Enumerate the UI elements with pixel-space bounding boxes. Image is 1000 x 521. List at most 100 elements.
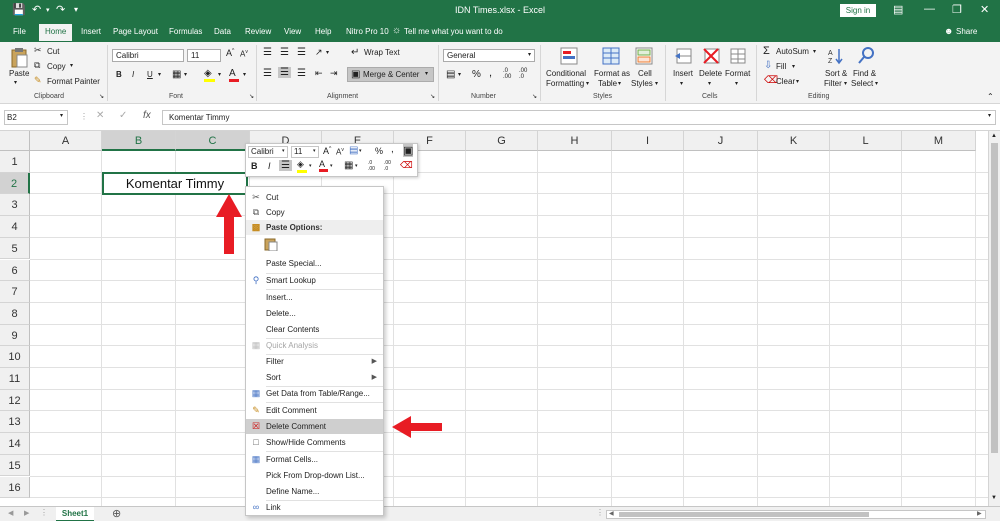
decrease-decimal-icon[interactable]: .00.0 — [519, 68, 527, 80]
mini-font-color-icon[interactable]: A — [319, 159, 328, 172]
menu-item-delete[interactable]: Delete... — [246, 306, 383, 321]
column-header-g[interactable]: G — [466, 131, 538, 151]
sheet-tab-sheet1[interactable]: Sheet1 — [56, 507, 94, 521]
mini-fill-color-dropdown-icon[interactable]: ▾ — [309, 163, 312, 169]
spreadsheet-grid[interactable]: ABCDEFGHIJKLM 1 2 3 4 5 6 7 8 9 10 11 12 13 14 15 16 Ko… — [0, 131, 988, 506]
row-header-15[interactable]: 15 — [0, 454, 30, 477]
vertical-scroll-thumb[interactable] — [991, 143, 998, 453]
menu-item-filter[interactable]: Filter ▶ — [246, 354, 383, 369]
font-color-icon[interactable]: A — [229, 68, 239, 82]
borders-icon[interactable]: ▦ — [172, 69, 181, 80]
conditional-formatting-label-1[interactable]: Conditional — [546, 69, 586, 78]
cancel-icon[interactable]: ✕ — [96, 110, 104, 121]
mini-font-dropdown-icon[interactable]: ▾ — [282, 148, 285, 154]
mini-decrease-decimal-icon[interactable]: .00.0 — [384, 160, 391, 172]
menu-item-clear-contents[interactable]: Clear Contents — [246, 322, 383, 337]
column-header-l[interactable]: L — [830, 131, 902, 151]
merge-center-control[interactable]: ▣ Merge & Center ▾ — [347, 67, 434, 82]
share-button[interactable]: Share — [956, 27, 977, 36]
menu-item-get-data[interactable]: ▦ Get Data from Table/Range... — [246, 386, 383, 401]
delete-cells-button[interactable]: Delete — [699, 69, 722, 78]
autosum-icon[interactable]: Σ — [763, 45, 770, 57]
tab-help[interactable]: Help — [315, 27, 331, 36]
tab-formulas[interactable]: Formulas — [169, 27, 202, 36]
minimize-icon[interactable]: — — [924, 3, 935, 15]
next-sheet-icon[interactable]: ▶ — [24, 509, 29, 517]
underline-button[interactable]: U — [147, 70, 153, 79]
row-header-8[interactable]: 8 — [0, 302, 30, 325]
name-box-dropdown-icon[interactable]: ▾ — [60, 112, 63, 119]
row-header-1[interactable]: 1 — [0, 151, 30, 173]
tab-data[interactable]: Data — [214, 27, 231, 36]
prev-sheet-icon[interactable]: ◀ — [8, 509, 13, 517]
row-header-13[interactable]: 13 — [0, 411, 30, 434]
cell-styles-icon[interactable] — [635, 47, 655, 67]
mini-increase-decimal-icon[interactable]: .0.00 — [368, 160, 375, 172]
mini-accounting-icon[interactable]: ▤ — [349, 145, 358, 156]
row-header-4[interactable]: 4 — [0, 216, 30, 238]
fill-icon[interactable]: ⇩ — [764, 60, 772, 71]
row-header-16[interactable]: 16 — [0, 476, 30, 499]
tell-me-search[interactable]: Tell me what you want to do — [404, 27, 503, 36]
row-header-5[interactable]: 5 — [0, 237, 30, 260]
conditional-formatting-icon[interactable] — [560, 47, 580, 67]
cell-styles-label-2[interactable]: Styles — [631, 79, 653, 88]
copy-icon[interactable]: ⧉ — [34, 60, 40, 71]
delete-cells-icon[interactable] — [702, 47, 722, 67]
find-select-dropdown-icon[interactable]: ▾ — [875, 80, 878, 87]
column-header-i[interactable]: I — [612, 131, 684, 151]
orientation-dropdown-icon[interactable]: ▾ — [326, 49, 329, 56]
enter-icon[interactable]: ✓ — [119, 110, 127, 121]
find-select-icon[interactable] — [857, 46, 877, 66]
sort-filter-dropdown-icon[interactable]: ▾ — [844, 80, 847, 87]
paste-button[interactable]: Paste — [9, 69, 29, 78]
bold-button[interactable]: B — [116, 70, 122, 79]
column-header-h[interactable]: H — [538, 131, 612, 151]
conditional-formatting-label-2[interactable]: Formatting — [546, 79, 584, 88]
menu-item-insert[interactable]: Insert... — [246, 290, 383, 305]
format-as-table-dropdown-icon[interactable]: ▾ — [618, 80, 621, 87]
row-header-7[interactable]: 7 — [0, 281, 30, 303]
vertical-scrollbar[interactable]: ▲ ▼ — [988, 131, 1000, 506]
comma-icon[interactable]: , — [489, 67, 492, 79]
number-format-dropdown-icon[interactable]: ▾ — [528, 51, 531, 58]
align-middle-icon[interactable]: ☰ — [280, 47, 289, 58]
row-header-12[interactable]: 12 — [0, 389, 30, 412]
format-as-table-label-1[interactable]: Format as — [594, 69, 630, 78]
clear-button[interactable]: Clear — [776, 77, 795, 86]
hscroll-options-icon[interactable]: ⋮ — [596, 508, 604, 517]
row-header-10[interactable]: 10 — [0, 346, 30, 368]
clipboard-launcher-icon[interactable]: ↘ — [99, 93, 104, 100]
row-header-11[interactable]: 11 — [0, 368, 30, 390]
autosum-button[interactable]: AutoSum — [776, 47, 809, 56]
number-launcher-icon[interactable]: ↘ — [532, 93, 537, 100]
tab-home[interactable]: Home — [39, 24, 73, 41]
scroll-right-icon[interactable]: ▶ — [977, 510, 982, 517]
horizontal-scrollbar[interactable]: ◀ ▶ — [606, 510, 986, 519]
mini-italic-button[interactable]: I — [268, 161, 271, 171]
tab-insert[interactable]: Insert — [81, 27, 101, 36]
column-header-m[interactable]: M — [902, 131, 976, 151]
cut-button[interactable]: Cut — [47, 47, 59, 56]
row-header-3[interactable]: 3 — [0, 194, 30, 217]
format-as-table-label-2[interactable]: Table — [598, 79, 617, 88]
mini-decrease-font-icon[interactable]: Av — [336, 147, 344, 157]
mini-borders-icon[interactable]: ▦ — [344, 160, 353, 171]
wrap-text-button[interactable]: Wrap Text — [364, 48, 400, 57]
cut-icon[interactable]: ✂ — [34, 45, 42, 56]
align-top-icon[interactable]: ☰ — [263, 47, 272, 58]
horizontal-scroll-thumb[interactable] — [619, 512, 869, 517]
fill-button[interactable]: Fill — [776, 62, 786, 71]
insert-cells-button[interactable]: Insert — [673, 69, 693, 78]
mini-accounting-dropdown-icon[interactable]: ▾ — [359, 148, 362, 154]
menu-item-link[interactable]: ∞ Link — [246, 500, 383, 515]
collapse-ribbon-icon[interactable]: ⌃ — [987, 92, 994, 101]
copy-dropdown-icon[interactable]: ▾ — [70, 62, 73, 69]
cell-styles-dropdown-icon[interactable]: ▾ — [655, 80, 658, 87]
menu-item-format-cells[interactable]: ▦ Format Cells... — [246, 452, 383, 467]
menu-item-cut[interactable]: ✂ Cut — [246, 190, 383, 205]
number-format-select[interactable]: General — [443, 49, 535, 62]
active-cell-b2[interactable]: Komentar Timmy — [102, 172, 248, 195]
wrap-text-icon[interactable]: ↵ — [351, 47, 359, 58]
mini-font-color-dropdown-icon[interactable]: ▾ — [330, 163, 333, 169]
